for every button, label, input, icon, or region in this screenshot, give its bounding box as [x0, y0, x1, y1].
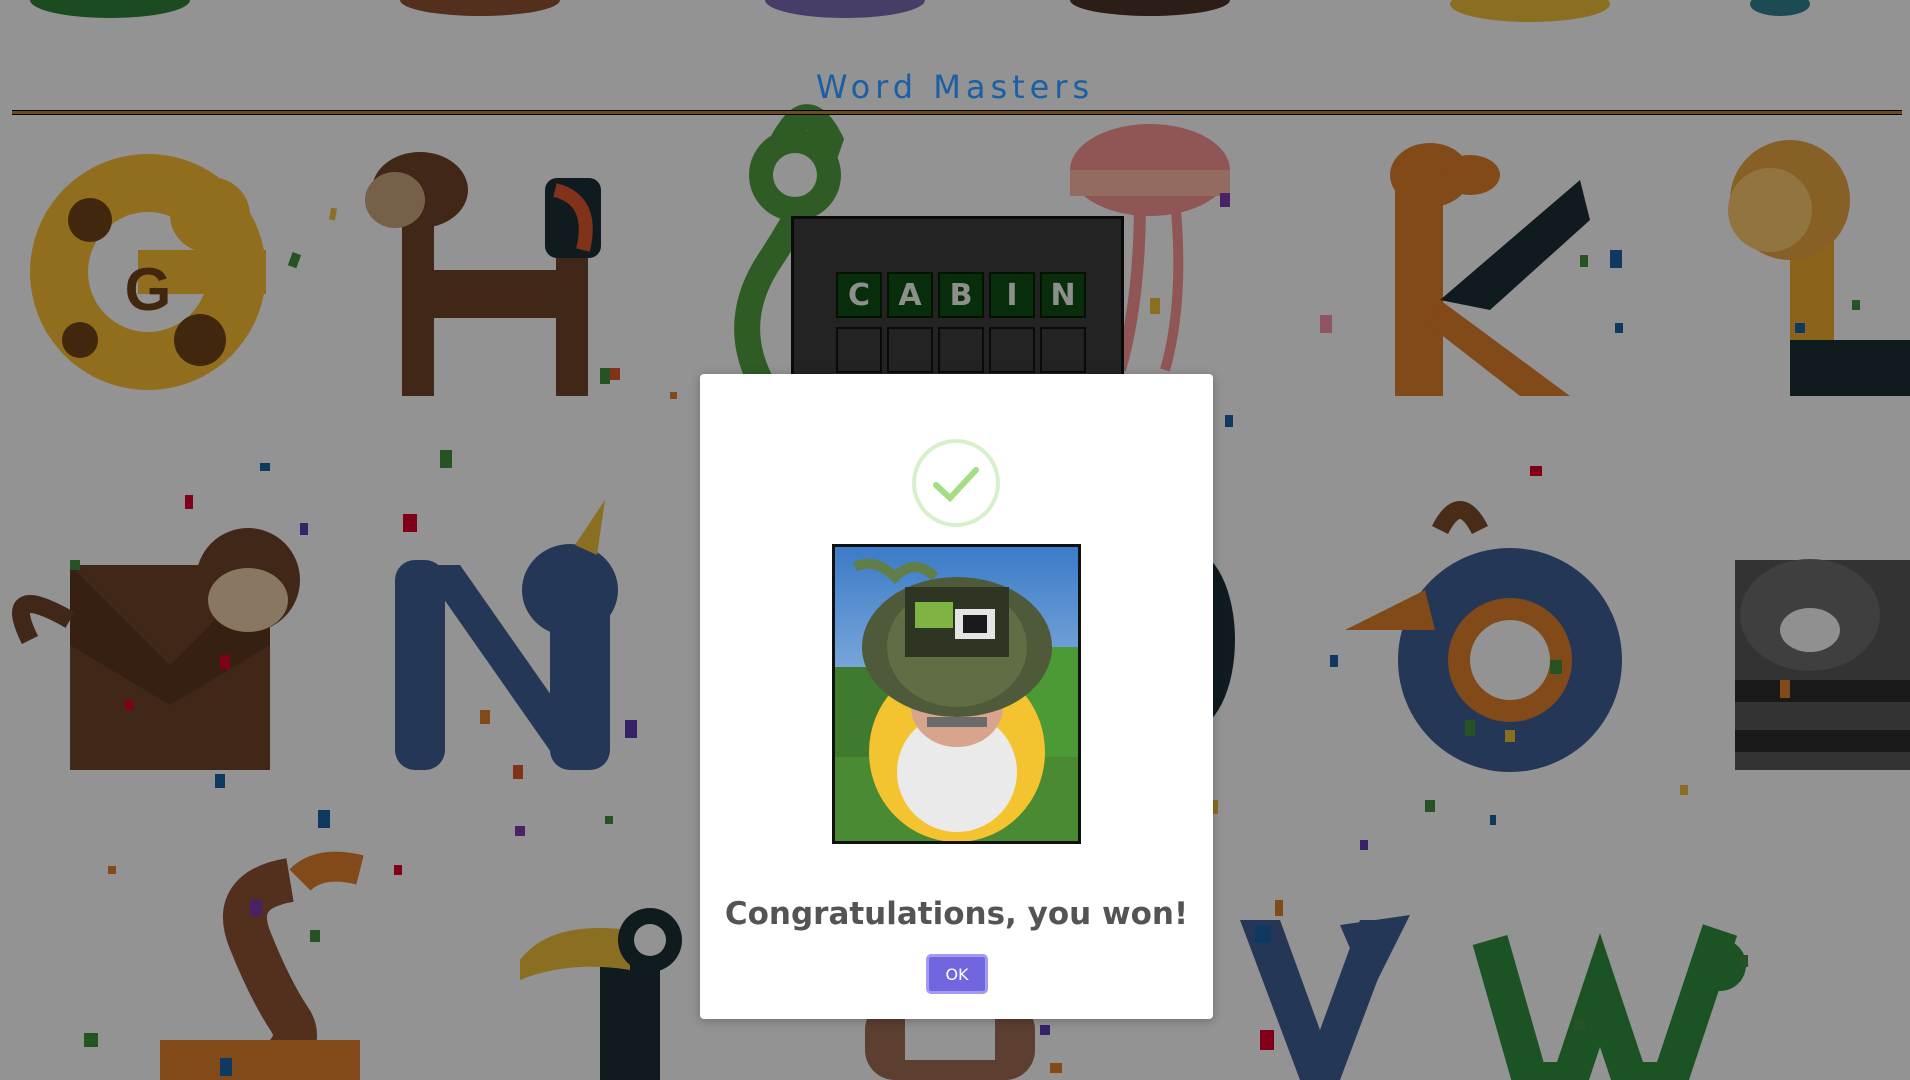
game-board: C A B I N: [791, 216, 1124, 396]
board-row-2: [836, 327, 1086, 373]
letter-tile: I: [989, 272, 1035, 318]
win-message: Congratulations, you won!: [724, 896, 1189, 932]
letter-tile: [989, 327, 1035, 373]
letter-tile: N: [1040, 272, 1086, 318]
title-divider: [12, 110, 1902, 115]
win-dialog: Congratulations, you won! OK: [700, 374, 1213, 1019]
success-check-icon: [912, 439, 1000, 527]
letter-tile: C: [836, 272, 882, 318]
board-row-1: C A B I N: [836, 272, 1086, 318]
letter-tile: [836, 327, 882, 373]
letter-tile: [1040, 327, 1086, 373]
ok-button[interactable]: OK: [926, 954, 988, 994]
page-title: Word Masters: [815, 68, 1095, 106]
winner-photo: [832, 544, 1081, 844]
letter-tile: B: [938, 272, 984, 318]
letter-tile: [938, 327, 984, 373]
letter-tile: A: [887, 272, 933, 318]
letter-tile: [887, 327, 933, 373]
